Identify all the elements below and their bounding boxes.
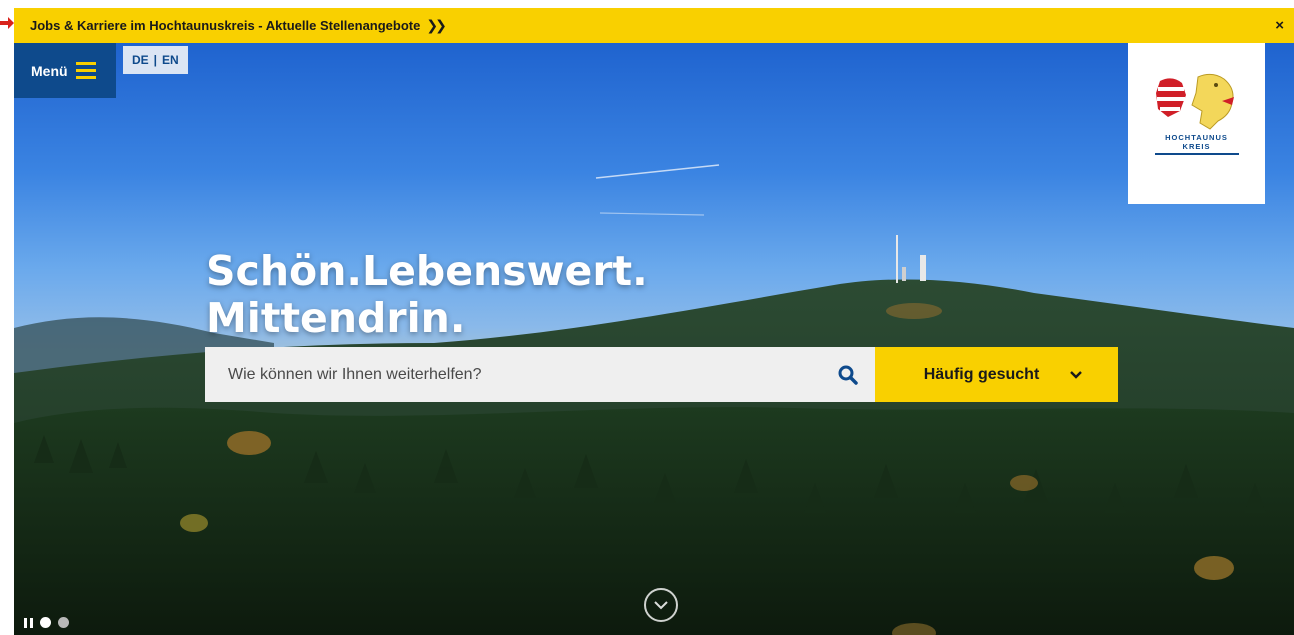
double-chevron-right-icon: ❯❯ bbox=[426, 17, 447, 33]
menu-label: Menü bbox=[31, 62, 68, 79]
language-switcher: DE | EN bbox=[123, 46, 188, 74]
logo-text-line2: KREIS bbox=[1182, 142, 1211, 151]
lang-en-link[interactable]: EN bbox=[162, 53, 179, 67]
frequently-searched-label: Häufig gesucht bbox=[923, 365, 1040, 383]
headline-line-2: Mittendrin. bbox=[206, 294, 466, 342]
chevron-down-icon bbox=[1070, 370, 1083, 379]
jobs-banner-text: Jobs & Karriere im Hochtaunuskreis - Akt… bbox=[30, 18, 421, 33]
jobs-banner-link[interactable]: Jobs & Karriere im Hochtaunuskreis - Akt… bbox=[30, 17, 447, 34]
search-bar bbox=[205, 347, 875, 402]
chevron-down-circle-icon bbox=[654, 601, 668, 610]
pointer-arrow-icon bbox=[0, 17, 14, 29]
hamburger-icon bbox=[75, 62, 96, 79]
slider-dot-1[interactable] bbox=[40, 617, 51, 628]
headline-line-1: Schön.Lebenswert. bbox=[206, 247, 648, 295]
search-icon bbox=[838, 365, 858, 385]
hochtaunuskreis-coat-of-arms-icon bbox=[1155, 73, 1234, 130]
search-input[interactable] bbox=[205, 347, 820, 402]
logo-text-line1: HOCHTAUNUS bbox=[1165, 133, 1228, 142]
slider-controls bbox=[24, 617, 69, 628]
slider-dot-2[interactable] bbox=[58, 617, 69, 628]
hero-headline: Schön.Lebenswert. Mittendrin. bbox=[206, 248, 648, 342]
logo-link[interactable]: HOCHTAUNUS KREIS bbox=[1128, 43, 1265, 204]
scroll-down-button[interactable] bbox=[644, 588, 678, 622]
close-banner-button[interactable]: × bbox=[1275, 18, 1284, 33]
lang-separator: | bbox=[153, 53, 158, 67]
jobs-banner: Jobs & Karriere im Hochtaunuskreis - Akt… bbox=[14, 8, 1294, 43]
pause-icon[interactable] bbox=[24, 617, 33, 628]
menu-button[interactable]: Menü bbox=[14, 43, 116, 98]
frequently-searched-dropdown[interactable]: Häufig gesucht bbox=[875, 347, 1118, 402]
lang-de-link[interactable]: DE bbox=[132, 53, 149, 67]
hero-section: Menü DE | EN HOCHTAUNUS KREIS Schön.Lebe… bbox=[14, 43, 1294, 635]
search-button[interactable] bbox=[820, 347, 875, 402]
logo-divider bbox=[1154, 153, 1239, 155]
